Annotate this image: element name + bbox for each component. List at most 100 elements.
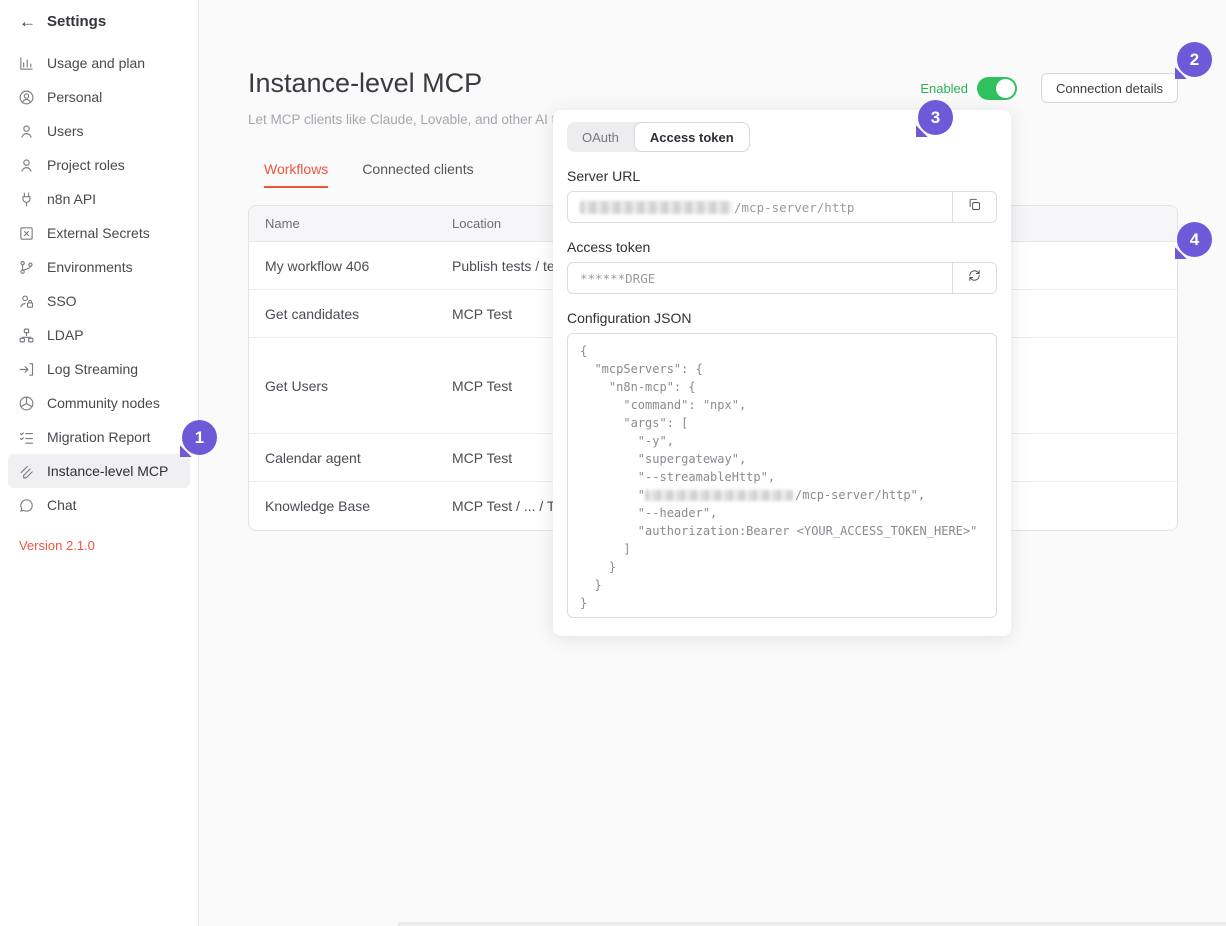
sidebar-header: ← Settings: [0, 0, 198, 38]
rotate-access-token-button[interactable]: [952, 263, 996, 293]
access-token-field: ******DRGE: [567, 262, 997, 294]
code-line: "command": "npx",: [580, 396, 984, 414]
code-line: {: [580, 342, 984, 360]
bar-chart-icon: [18, 55, 35, 72]
tab-access-token[interactable]: Access token: [634, 122, 750, 152]
mcp-enabled-toggle[interactable]: [977, 77, 1017, 100]
code-line-redacted-url: "/mcp-server/http",: [580, 486, 984, 504]
sidebar-item-label: LDAP: [47, 327, 84, 343]
code-line: "mcpServers": {: [580, 360, 984, 378]
sidebar-item-label: Instance-level MCP: [47, 463, 168, 479]
server-url-label: Server URL: [567, 168, 997, 184]
sidebar-item-label: Log Streaming: [47, 361, 138, 377]
code-line: "supergateway",: [580, 450, 984, 468]
git-branch-icon: [18, 259, 35, 276]
sidebar-item-label: External Secrets: [47, 225, 150, 241]
code-line: "-y",: [580, 432, 984, 450]
window-bottom-edge: [398, 922, 1226, 926]
access-token-label: Access token: [567, 239, 997, 255]
sidebar-item-label: Chat: [47, 497, 77, 513]
code-line: "--streamableHttp",: [580, 468, 984, 486]
sidebar-item-external-secrets[interactable]: External Secrets: [8, 216, 190, 250]
sidebar-item-instance-level-mcp[interactable]: Instance-level MCP: [8, 454, 190, 488]
workflow-name: Knowledge Base: [249, 498, 436, 514]
vault-icon: [18, 225, 35, 242]
workflow-name: Get Users: [249, 378, 436, 394]
sidebar-item-label: Community nodes: [47, 395, 160, 411]
sidebar-item-label: Users: [47, 123, 84, 139]
sidebar-item-personal[interactable]: Personal: [8, 80, 190, 114]
sidebar-item-migration-report[interactable]: Migration Report: [8, 420, 190, 454]
log-in-icon: [18, 361, 35, 378]
column-header-name: Name: [249, 216, 436, 231]
sidebar-item-log-streaming[interactable]: Log Streaming: [8, 352, 190, 386]
sidebar-menu: Usage and plan Personal Users Project ro…: [0, 38, 198, 522]
code-line: }: [580, 558, 984, 576]
tab-oauth[interactable]: OAuth: [567, 122, 634, 152]
sidebar-item-label: Environments: [47, 259, 133, 275]
user-circle-icon: [18, 89, 35, 106]
step-badge-4: 4: [1177, 222, 1212, 257]
sidebar-item-label: Usage and plan: [47, 55, 145, 71]
code-line: }: [580, 594, 984, 612]
code-line: "authorization:Bearer <YOUR_ACCESS_TOKEN…: [580, 522, 984, 540]
globe-icon: [18, 395, 35, 412]
sidebar-item-sso[interactable]: SSO: [8, 284, 190, 318]
server-url-field: /mcp-server/http: [567, 191, 997, 223]
server-url-value[interactable]: /mcp-server/http: [568, 192, 952, 222]
connection-details-popover: OAuth Access token Server URL /mcp-serve…: [553, 110, 1011, 636]
toggle-knob: [996, 79, 1015, 98]
refresh-icon: [967, 268, 982, 288]
workflow-name: My workflow 406: [249, 258, 436, 274]
sidebar-item-n8n-api[interactable]: n8n API: [8, 182, 190, 216]
sidebar-item-label: Project roles: [47, 157, 125, 173]
sidebar-item-label: Personal: [47, 89, 102, 105]
code-line: }: [580, 576, 984, 594]
checklist-icon: [18, 429, 35, 446]
connection-details-button[interactable]: Connection details: [1041, 73, 1178, 103]
copy-server-url-button[interactable]: [952, 192, 996, 222]
step-badge-3: 3: [918, 100, 953, 135]
code-line: "n8n-mcp": {: [580, 378, 984, 396]
sidebar-item-label: Migration Report: [47, 429, 151, 445]
sidebar-item-environments[interactable]: Environments: [8, 250, 190, 284]
sidebar-item-label: SSO: [47, 293, 77, 309]
tab-connected-clients[interactable]: Connected clients: [362, 161, 473, 188]
tab-workflows[interactable]: Workflows: [264, 161, 328, 188]
copy-icon: [967, 197, 982, 217]
enabled-label: Enabled: [920, 81, 968, 96]
version-label: Version 2.1.0: [19, 538, 198, 553]
code-line: "--header",: [580, 504, 984, 522]
redacted-url-prefix: [580, 201, 732, 214]
sidebar-item-project-roles[interactable]: Project roles: [8, 148, 190, 182]
sidebar-item-usage-and-plan[interactable]: Usage and plan: [8, 46, 190, 80]
auth-method-segmented-control: OAuth Access token: [567, 122, 750, 152]
workflow-name: Calendar agent: [249, 450, 436, 466]
sidebar-item-chat[interactable]: Chat: [8, 488, 190, 522]
mcp-icon: [18, 463, 35, 480]
user-key-icon: [18, 293, 35, 310]
code-line: "args": [: [580, 414, 984, 432]
access-token-value[interactable]: ******DRGE: [568, 263, 952, 293]
header-controls: Enabled Connection details: [920, 73, 1178, 103]
main-tabs: Workflows Connected clients: [264, 161, 474, 188]
sidebar-item-label: n8n API: [47, 191, 96, 207]
hierarchy-icon: [18, 327, 35, 344]
configuration-json-label: Configuration JSON: [567, 310, 997, 326]
page-title: Instance-level MCP: [248, 68, 482, 99]
user-icon: [18, 157, 35, 174]
user-icon: [18, 123, 35, 140]
chat-bubble-icon: [18, 497, 35, 514]
workflow-name: Get candidates: [249, 306, 436, 322]
server-url-suffix: /mcp-server/http: [734, 200, 854, 215]
settings-sidebar: ← Settings Usage and plan Personal Users…: [0, 0, 199, 926]
sidebar-item-community-nodes[interactable]: Community nodes: [8, 386, 190, 420]
plug-icon: [18, 191, 35, 208]
step-badge-2: 2: [1177, 42, 1212, 77]
redacted-url-prefix: [645, 490, 793, 501]
back-arrow-icon[interactable]: ←: [19, 13, 36, 30]
sidebar-item-ldap[interactable]: LDAP: [8, 318, 190, 352]
sidebar-item-users[interactable]: Users: [8, 114, 190, 148]
sidebar-title: Settings: [47, 13, 106, 30]
configuration-json-code[interactable]: { "mcpServers": { "n8n-mcp": { "command"…: [567, 333, 997, 618]
